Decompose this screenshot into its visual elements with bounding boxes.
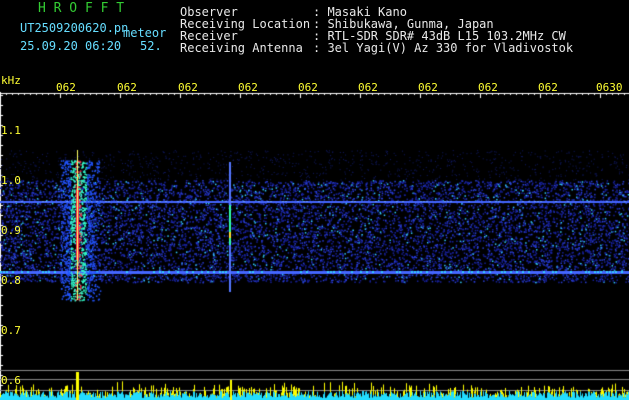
y-tick-label: 0.6 [1,374,21,387]
y-tick-label: 0.9 [1,224,21,237]
x-tick-label: 062 [178,81,198,94]
y-tick-label: 0.7 [1,324,21,337]
y-axis-unit: kHz [1,74,21,87]
info-value-antenna: : 3el Yagi(V) Az 330 for Vladivostok [313,41,574,55]
app-title: H R O F F T [38,1,125,16]
y-tick-label: 0.8 [1,274,21,287]
x-tick-label: 062 [478,81,498,94]
x-tick-label: 062 [238,81,258,94]
x-tick-label: 062 [298,81,318,94]
meteor-count: 52. [140,39,162,53]
meteor-label: meteor [123,26,167,40]
x-tick-label: 062 [56,81,76,94]
x-tick-label: 062 [538,81,558,94]
y-tick-label: 1.1 [1,124,21,137]
info-label-antenna: Receiving Antenna [180,41,303,55]
file-name: UT2509200620.pn [20,21,129,35]
x-tick-label: 0630 [596,81,623,94]
x-tick-label: 062 [418,81,438,94]
x-tick-label: 062 [117,81,137,94]
y-tick-label: 1.0 [1,174,21,187]
date-time: 25.09.20 06:20 [20,39,122,53]
x-tick-label: 062 [358,81,378,94]
spectrogram-canvas [0,0,629,400]
